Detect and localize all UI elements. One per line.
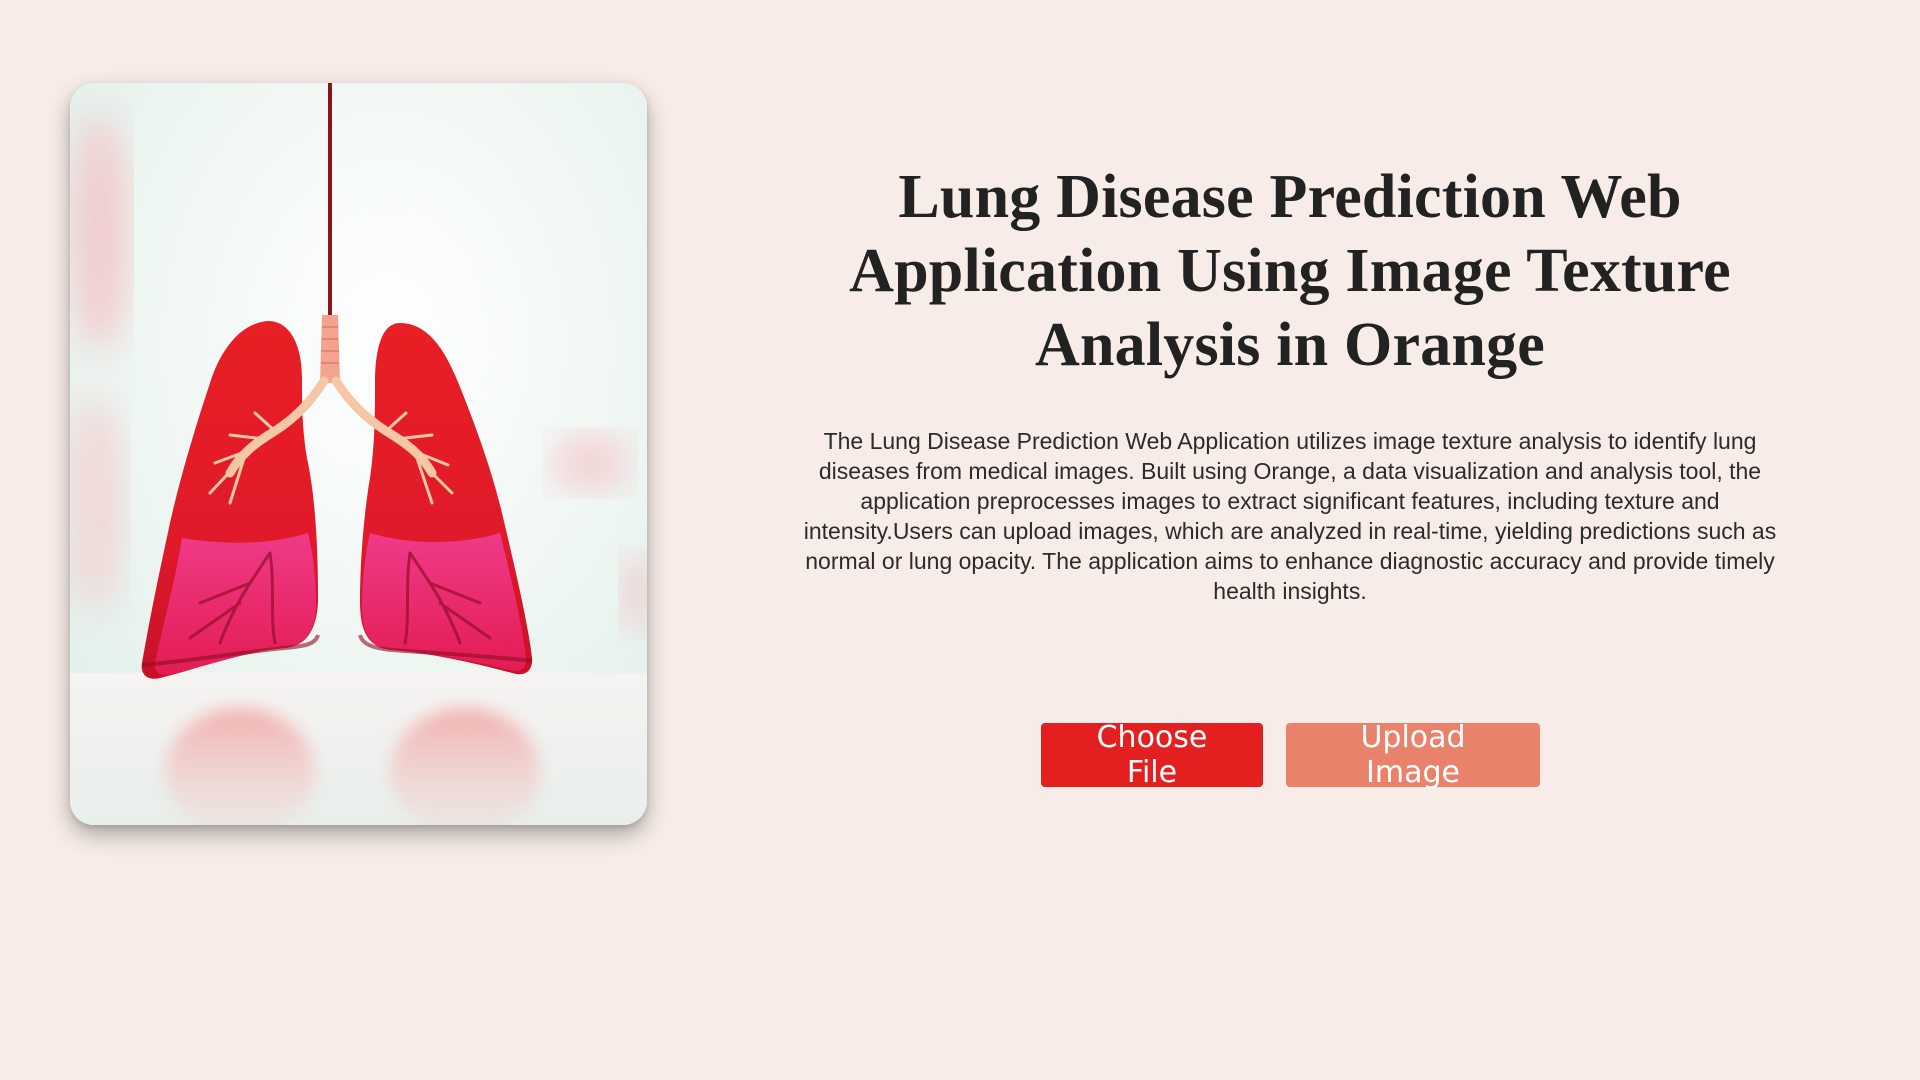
lungs-illustration — [70, 83, 647, 825]
page-title: Lung Disease Prediction Web Application … — [849, 163, 1731, 379]
upload-image-button[interactable]: Upload Image — [1286, 720, 1540, 790]
choose-file-button[interactable]: Choose File — [1041, 720, 1263, 790]
page-description: The Lung Disease Prediction Web Applicat… — [803, 428, 1777, 604]
lungs-image — [70, 83, 647, 825]
upload-actions: Choose File Upload Image — [1041, 720, 1540, 790]
hero-content: Lung Disease Prediction Web Application … — [790, 160, 1790, 606]
